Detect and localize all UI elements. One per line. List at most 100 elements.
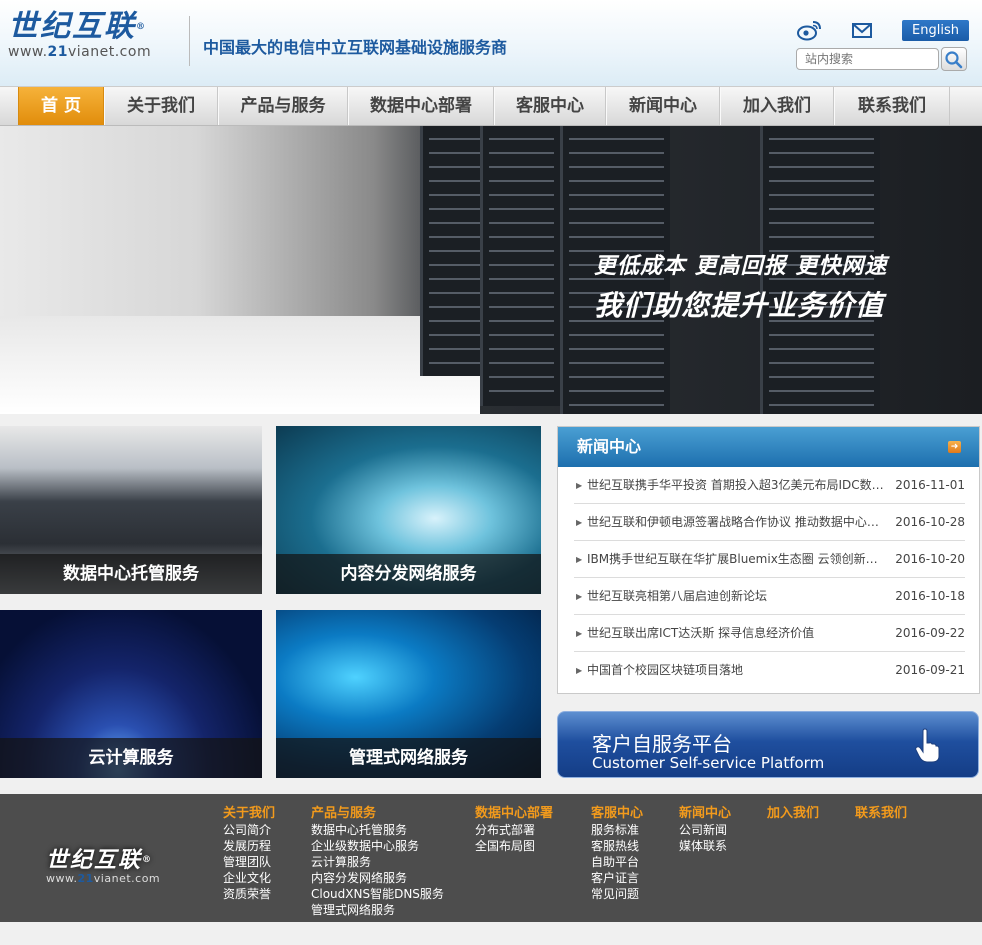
- rack-slot: [569, 348, 664, 350]
- footer-link[interactable]: 媒体联系: [679, 838, 731, 854]
- self-service-platform-banner[interactable]: 客户自服务平台 Customer Self-service Platform: [557, 711, 979, 778]
- news-item[interactable]: ▶ 中国首个校园区块链项目落地 2016-09-21: [574, 652, 965, 689]
- rack-slot: [429, 278, 484, 280]
- footer-link[interactable]: 常见问题: [591, 886, 643, 902]
- footer-heading[interactable]: 联系我们: [855, 806, 907, 822]
- footer-link[interactable]: 管理式网络服务: [311, 902, 444, 918]
- service-tile-datacenter[interactable]: 数据中心托管服务: [0, 426, 262, 594]
- footer-heading[interactable]: 新闻中心: [679, 806, 731, 822]
- bullet-arrow-icon: ▶: [576, 481, 583, 490]
- nav-about[interactable]: 关于我们: [104, 87, 218, 125]
- search-button[interactable]: [941, 47, 967, 71]
- rack-slot: [569, 222, 664, 224]
- rack-slot: [429, 334, 484, 336]
- rack-slot: [429, 166, 484, 168]
- footer-link[interactable]: CloudXNS智能DNS服务: [311, 886, 444, 902]
- service-tile-label: 管理式网络服务: [276, 738, 541, 778]
- rack-slot: [489, 222, 554, 224]
- footer-column-datacenter: 数据中心部署 分布式部署 全国布局图: [475, 806, 553, 854]
- footer-link[interactable]: 数据中心托管服务: [311, 822, 444, 838]
- nav-service[interactable]: 客服中心: [494, 87, 606, 125]
- english-button[interactable]: English: [902, 20, 969, 41]
- nav-datacenter[interactable]: 数据中心部署: [348, 87, 494, 125]
- footer-link[interactable]: 云计算服务: [311, 854, 444, 870]
- footer-column-products: 产品与服务 数据中心托管服务 企业级数据中心服务 云计算服务 内容分发网络服务 …: [311, 806, 444, 918]
- service-tile-cloud[interactable]: 云计算服务: [0, 610, 262, 778]
- logo-text: 世纪互联: [8, 9, 136, 44]
- nav-join[interactable]: 加入我们: [720, 87, 834, 125]
- footer-link[interactable]: 公司简介: [223, 822, 275, 838]
- rack-slot: [769, 138, 874, 140]
- footer-logo[interactable]: 世纪互联® www.21vianet.com: [46, 848, 160, 885]
- more-arrow-icon[interactable]: ➜: [948, 441, 961, 453]
- service-tile-managed-network[interactable]: 管理式网络服务: [276, 610, 541, 778]
- service-tile-cdn[interactable]: 内容分发网络服务: [276, 426, 541, 594]
- rack-slot: [429, 138, 484, 140]
- rack-slot: [489, 180, 554, 182]
- banner-headline: 我们助您提升业务价值: [594, 289, 885, 322]
- hero-banner[interactable]: 更低成本 更高回报 更快网速 我们助您提升业务价值: [0, 126, 982, 414]
- rack-slot: [769, 390, 874, 392]
- rack-slot: [569, 138, 664, 140]
- nav-contact[interactable]: 联系我们: [834, 87, 950, 125]
- rack-slot: [769, 222, 874, 224]
- rack-slot: [569, 208, 664, 210]
- rack-slot: [429, 250, 484, 252]
- nav-home[interactable]: 首 页: [18, 87, 104, 125]
- nav-products[interactable]: 产品与服务: [218, 87, 348, 125]
- rack-slot: [429, 306, 484, 308]
- weibo-icon[interactable]: [796, 19, 822, 41]
- news-date: 2016-10-18: [895, 589, 965, 603]
- mail-icon[interactable]: [852, 23, 872, 38]
- footer-link[interactable]: 资质荣誉: [223, 886, 275, 902]
- rack-slot: [569, 362, 664, 364]
- footer-link[interactable]: 全国布局图: [475, 838, 553, 854]
- server-rack-image: [480, 126, 560, 406]
- site-footer: 世纪互联® www.21vianet.com 关于我们 公司简介 发展历程 管理…: [0, 794, 982, 922]
- footer-link[interactable]: 发展历程: [223, 838, 275, 854]
- search-input[interactable]: [796, 48, 939, 70]
- footer-link[interactable]: 服务标准: [591, 822, 643, 838]
- news-item[interactable]: ▶ IBM携手世纪互联在华扩展Bluemix生态圈 云领创新时代 2016-10-2…: [574, 541, 965, 578]
- news-item[interactable]: ▶ 世纪互联亮相第八届启迪创新论坛 2016-10-18: [574, 578, 965, 615]
- footer-link[interactable]: 自助平台: [591, 854, 643, 870]
- footer-heading[interactable]: 客服中心: [591, 806, 643, 822]
- rack-slot: [489, 264, 554, 266]
- rack-slot: [769, 152, 874, 154]
- site-logo[interactable]: 世纪互联® www.21vianet.com: [8, 10, 183, 66]
- service-tile-label: 云计算服务: [0, 738, 262, 778]
- footer-heading[interactable]: 数据中心部署: [475, 806, 553, 822]
- footer-link[interactable]: 公司新闻: [679, 822, 731, 838]
- news-date: 2016-11-01: [895, 478, 965, 492]
- rack-slot: [489, 250, 554, 252]
- rack-slot: [489, 362, 554, 364]
- rack-slot: [569, 194, 664, 196]
- rack-slot: [489, 348, 554, 350]
- logo-divider: [189, 16, 190, 66]
- footer-heading[interactable]: 加入我们: [767, 806, 819, 822]
- footer-link[interactable]: 内容分发网络服务: [311, 870, 444, 886]
- footer-heading[interactable]: 产品与服务: [311, 806, 444, 822]
- footer-column-about: 关于我们 公司简介 发展历程 管理团队 企业文化 资质荣誉: [223, 806, 275, 902]
- footer-heading[interactable]: 关于我们: [223, 806, 275, 822]
- footer-link[interactable]: 企业级数据中心服务: [311, 838, 444, 854]
- search-icon: [945, 51, 963, 69]
- footer-link[interactable]: 分布式部署: [475, 822, 553, 838]
- pointer-hand-icon: [915, 728, 940, 763]
- news-item[interactable]: ▶ 世纪互联和伊顿电源签署战略合作协议 推动数据中心绿色发展 2016-10-28: [574, 504, 965, 541]
- rack-slot: [429, 292, 484, 294]
- nav-news[interactable]: 新闻中心: [606, 87, 720, 125]
- service-tile-label: 内容分发网络服务: [276, 554, 541, 594]
- news-item[interactable]: ▶ 世纪互联携手华平投资 首期投入超3亿美元布局IDC数据中心 2016-11-01: [574, 467, 965, 504]
- footer-link[interactable]: 管理团队: [223, 854, 275, 870]
- rack-slot: [489, 152, 554, 154]
- rack-slot: [429, 194, 484, 196]
- site-slogan: 中国最大的电信中立互联网基础设施服务商: [203, 38, 508, 57]
- news-date: 2016-10-28: [895, 515, 965, 529]
- rack-slot: [769, 236, 874, 238]
- footer-link[interactable]: 客户证言: [591, 870, 643, 886]
- news-item[interactable]: ▶ 世纪互联出席ICT达沃斯 探寻信息经济价值 2016-09-22: [574, 615, 965, 652]
- footer-link[interactable]: 客服热线: [591, 838, 643, 854]
- news-panel: 新闻中心 ➜ ▶ 世纪互联携手华平投资 首期投入超3亿美元布局IDC数据中心 201…: [557, 426, 980, 694]
- footer-link[interactable]: 企业文化: [223, 870, 275, 886]
